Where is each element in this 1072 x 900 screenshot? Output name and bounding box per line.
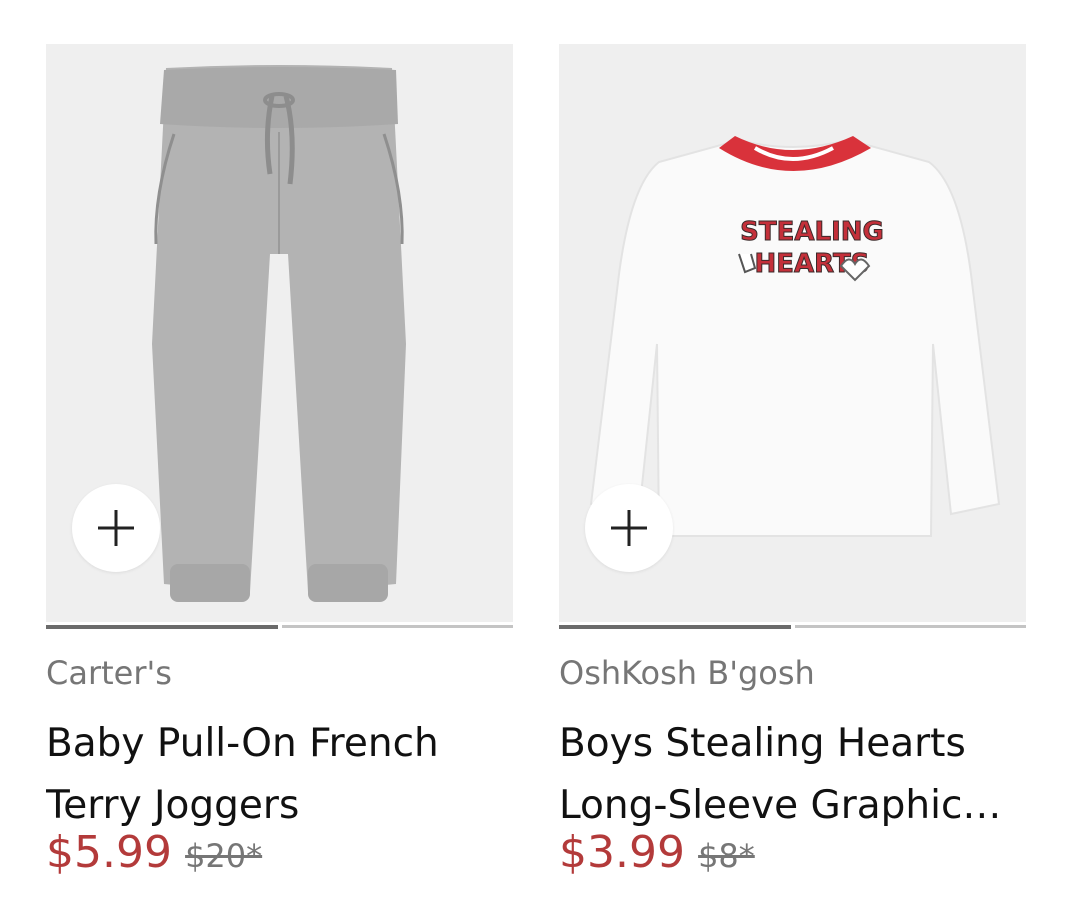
add-to-cart-button[interactable] xyxy=(72,484,160,572)
image-carousel-indicator xyxy=(559,625,1026,629)
sale-price: $5.99 xyxy=(46,827,172,878)
carousel-segment-active[interactable] xyxy=(559,625,791,629)
product-title-line: Baby Pull-On French xyxy=(46,721,439,766)
product-image-area[interactable] xyxy=(46,44,513,622)
carousel-segment[interactable] xyxy=(281,625,513,628)
product-card[interactable]: Carter's Baby Pull-On French Terry Jogge… xyxy=(46,44,513,878)
sale-price: $3.99 xyxy=(559,827,685,878)
product-title[interactable]: Baby Pull-On French Terry Joggers xyxy=(46,713,516,837)
product-card[interactable]: STEALING HEARTS OshKosh B'gosh Boys Stea… xyxy=(559,44,1026,878)
product-title-line: Boys Stealing Hearts xyxy=(559,721,966,766)
add-to-cart-button[interactable] xyxy=(585,484,673,572)
original-price: $20* xyxy=(185,837,263,875)
product-image-area[interactable]: STEALING HEARTS xyxy=(559,44,1026,622)
product-brand: OshKosh B'gosh xyxy=(559,654,815,692)
plus-icon xyxy=(611,510,647,546)
image-carousel-indicator xyxy=(46,625,513,629)
product-title[interactable]: Boys Stealing Hearts Long-Sleeve Graphic… xyxy=(559,713,1029,837)
carousel-segment[interactable] xyxy=(794,625,1026,628)
product-brand: Carter's xyxy=(46,654,172,692)
original-price: $8* xyxy=(698,837,755,875)
svg-text:STEALING: STEALING xyxy=(740,217,884,247)
plus-icon xyxy=(98,510,134,546)
carousel-segment-active[interactable] xyxy=(46,625,278,629)
